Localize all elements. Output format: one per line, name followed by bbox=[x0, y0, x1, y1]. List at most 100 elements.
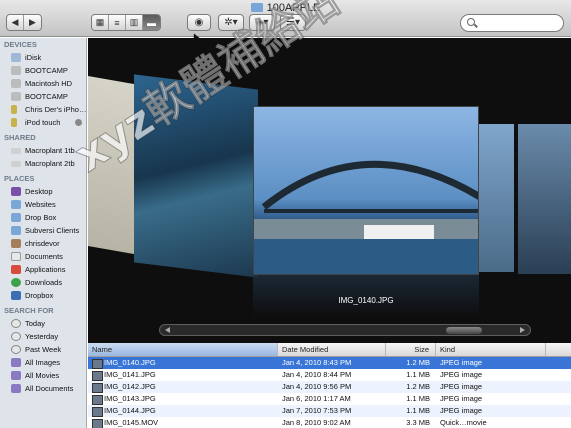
file-name: IMG_0144.JPG bbox=[88, 405, 278, 417]
column-header-date[interactable]: Date Modified bbox=[278, 343, 386, 356]
sidebar-item-websites[interactable]: Websites bbox=[0, 198, 86, 211]
search-icon bbox=[467, 18, 475, 26]
list-view-button[interactable]: ≡ bbox=[109, 15, 126, 30]
back-button[interactable]: ◀ bbox=[7, 15, 24, 30]
sidebar-item-bootcamp-2[interactable]: BOOTCAMP bbox=[0, 90, 86, 103]
smart-folder-icon bbox=[11, 371, 21, 380]
column-header-name[interactable]: Name bbox=[88, 343, 278, 356]
sidebar-item-label: Dropbox bbox=[25, 291, 54, 300]
ipod-icon bbox=[11, 118, 17, 127]
sidebar-item-documents[interactable]: Documents bbox=[0, 250, 86, 263]
sidebar-header-places: PLACES bbox=[4, 174, 35, 183]
arrange-button[interactable]: ☰▾ bbox=[280, 14, 306, 31]
sidebar-item-label: Past Week bbox=[25, 345, 62, 354]
coverflow-scrollbar[interactable] bbox=[159, 324, 531, 336]
sidebar-item-subversion-clients[interactable]: Subversi Clients bbox=[0, 224, 86, 237]
drive-icon bbox=[11, 66, 21, 75]
forward-button[interactable]: ▶ bbox=[24, 15, 41, 30]
action-button[interactable]: ✲▾ bbox=[218, 14, 244, 31]
file-size: 1.2 MB bbox=[406, 382, 430, 391]
desktop-icon bbox=[11, 187, 21, 196]
sidebar-item-all-movies[interactable]: All Movies bbox=[0, 369, 86, 382]
column-view-button[interactable]: ▥ bbox=[126, 15, 143, 30]
sidebar-item-dropbox[interactable]: Dropbox bbox=[0, 289, 86, 302]
sidebar-item-chrisdevor[interactable]: chrisdevor bbox=[0, 237, 86, 250]
table-row[interactable]: IMG_0143.JPG Jan 6, 2010 1:17 AM 1.1 MB … bbox=[88, 393, 571, 405]
gear-icon: ✲▾ bbox=[224, 17, 238, 28]
table-row[interactable]: IMG_0145.MOV Jan 8, 2010 9:02 AM 3.3 MB … bbox=[88, 417, 571, 428]
column-header-kind[interactable]: Kind bbox=[436, 343, 546, 356]
sidebar-header-shared: SHARED bbox=[4, 133, 36, 142]
table-row[interactable]: IMG_0142.JPG Jan 4, 2010 9:56 PM 1.2 MB … bbox=[88, 381, 571, 393]
sidebar-item-applications[interactable]: Applications bbox=[0, 263, 86, 276]
file-date: Jan 4, 2010 9:56 PM bbox=[282, 382, 352, 391]
sidebar-item-macroplant-2tb[interactable]: Macroplant 2tb bbox=[0, 157, 86, 170]
sidebar-item-macroplant-1tb[interactable]: Macroplant 1tb bbox=[0, 144, 86, 157]
scroll-right-icon[interactable] bbox=[520, 327, 525, 333]
file-date: Jan 7, 2010 7:53 PM bbox=[282, 406, 352, 415]
sidebar-item-all-images[interactable]: All Images bbox=[0, 356, 86, 369]
column-header-size[interactable]: Size bbox=[386, 343, 436, 356]
folder-icon bbox=[11, 200, 21, 209]
smart-folder-icon bbox=[11, 358, 21, 367]
arrange-icon: ☰▾ bbox=[286, 17, 300, 28]
coverflow-selected-image[interactable] bbox=[253, 106, 479, 275]
file-list: Name Date Modified Size Kind IMG_0140.JP… bbox=[88, 343, 571, 428]
coverflow-caption: IMG_0140.JPG bbox=[338, 296, 394, 305]
drive-icon bbox=[11, 92, 21, 101]
folder-icon bbox=[11, 226, 21, 235]
sidebar-item-label: Macroplant 1tb bbox=[25, 146, 75, 155]
file-size: 1.1 MB bbox=[406, 394, 430, 403]
sidebar-item-idisk[interactable]: iDisk bbox=[0, 51, 86, 64]
file-date: Jan 4, 2010 8:43 PM bbox=[282, 358, 352, 367]
sidebar-item-bootcamp[interactable]: BOOTCAMP bbox=[0, 64, 86, 77]
coverflow-view-button[interactable]: ▬ bbox=[143, 15, 160, 30]
chevron-right-icon: ▶ bbox=[29, 17, 36, 27]
sidebar-item-desktop[interactable]: Desktop bbox=[0, 185, 86, 198]
network-drive-icon bbox=[11, 161, 21, 167]
sidebar-item-downloads[interactable]: Downloads bbox=[0, 276, 86, 289]
dropbox-icon: ◈▾ bbox=[255, 17, 269, 28]
file-size: 1.2 MB bbox=[406, 358, 430, 367]
sidebar-item-all-documents[interactable]: All Documents bbox=[0, 382, 86, 395]
sidebar-item-iphone[interactable]: Chris Der's iPho… bbox=[0, 103, 86, 116]
eject-icon[interactable] bbox=[75, 119, 82, 126]
sidebar-header-search: SEARCH FOR bbox=[4, 306, 54, 315]
window-title-text: 100APPLE bbox=[266, 2, 321, 14]
sidebar-item-past-week[interactable]: Past Week bbox=[0, 343, 86, 356]
coverflow-area[interactable]: IMG_0140.JPG bbox=[88, 38, 571, 343]
coverflow-thumbnail[interactable] bbox=[134, 74, 258, 278]
chevron-left-icon: ◀ bbox=[11, 17, 19, 27]
coverflow-thumbnail[interactable] bbox=[518, 124, 571, 274]
file-kind: JPEG image bbox=[440, 394, 483, 403]
sidebar-item-drop-box[interactable]: Drop Box bbox=[0, 211, 86, 224]
icon-view-button[interactable]: ▦ bbox=[92, 15, 109, 30]
file-kind: Quick…movie bbox=[440, 418, 487, 427]
scroll-left-icon[interactable] bbox=[165, 327, 170, 333]
file-size: 1.1 MB bbox=[406, 370, 430, 379]
sidebar-item-ipod-touch[interactable]: iPod touch bbox=[0, 116, 86, 129]
sidebar-item-label: Macroplant 2tb bbox=[25, 159, 75, 168]
sidebar-item-yesterday[interactable]: Yesterday bbox=[0, 330, 86, 343]
table-row[interactable]: IMG_0140.JPG Jan 4, 2010 8:43 PM 1.2 MB … bbox=[88, 357, 571, 369]
quick-look-button[interactable]: ◉ bbox=[187, 14, 211, 31]
dropbox-button[interactable]: ◈▾ bbox=[249, 14, 275, 31]
scroll-thumb[interactable] bbox=[446, 327, 482, 334]
sidebar-item-label: All Documents bbox=[25, 384, 74, 393]
file-date: Jan 8, 2010 9:02 AM bbox=[282, 418, 351, 427]
toolbar: 100APPLE ◀ ▶ ▦ ≡ ▥ ▬ ◉ ✲▾ ◈▾ ☰▾ bbox=[0, 0, 571, 37]
file-size: 3.3 MB bbox=[406, 418, 430, 427]
table-row[interactable]: IMG_0144.JPG Jan 7, 2010 7:53 PM 1.1 MB … bbox=[88, 405, 571, 417]
sidebar-item-macintosh-hd[interactable]: Macintosh HD bbox=[0, 77, 86, 90]
sidebar-item-today[interactable]: Today bbox=[0, 317, 86, 330]
list-rows: IMG_0140.JPG Jan 4, 2010 8:43 PM 1.2 MB … bbox=[88, 357, 571, 428]
sidebar-item-label: Yesterday bbox=[25, 332, 59, 341]
file-name: IMG_0143.JPG bbox=[88, 393, 278, 405]
window-title: 100APPLE bbox=[0, 2, 571, 14]
smart-folder-icon bbox=[11, 384, 21, 393]
table-row[interactable]: IMG_0141.JPG Jan 4, 2010 8:44 PM 1.1 MB … bbox=[88, 369, 571, 381]
search-field[interactable] bbox=[460, 14, 564, 32]
coverflow-thumbnail[interactable] bbox=[476, 124, 514, 272]
coverflow-thumbnail[interactable] bbox=[88, 75, 134, 255]
sidebar: DEVICES iDisk BOOTCAMP Macintosh HD BOOT… bbox=[0, 38, 87, 428]
